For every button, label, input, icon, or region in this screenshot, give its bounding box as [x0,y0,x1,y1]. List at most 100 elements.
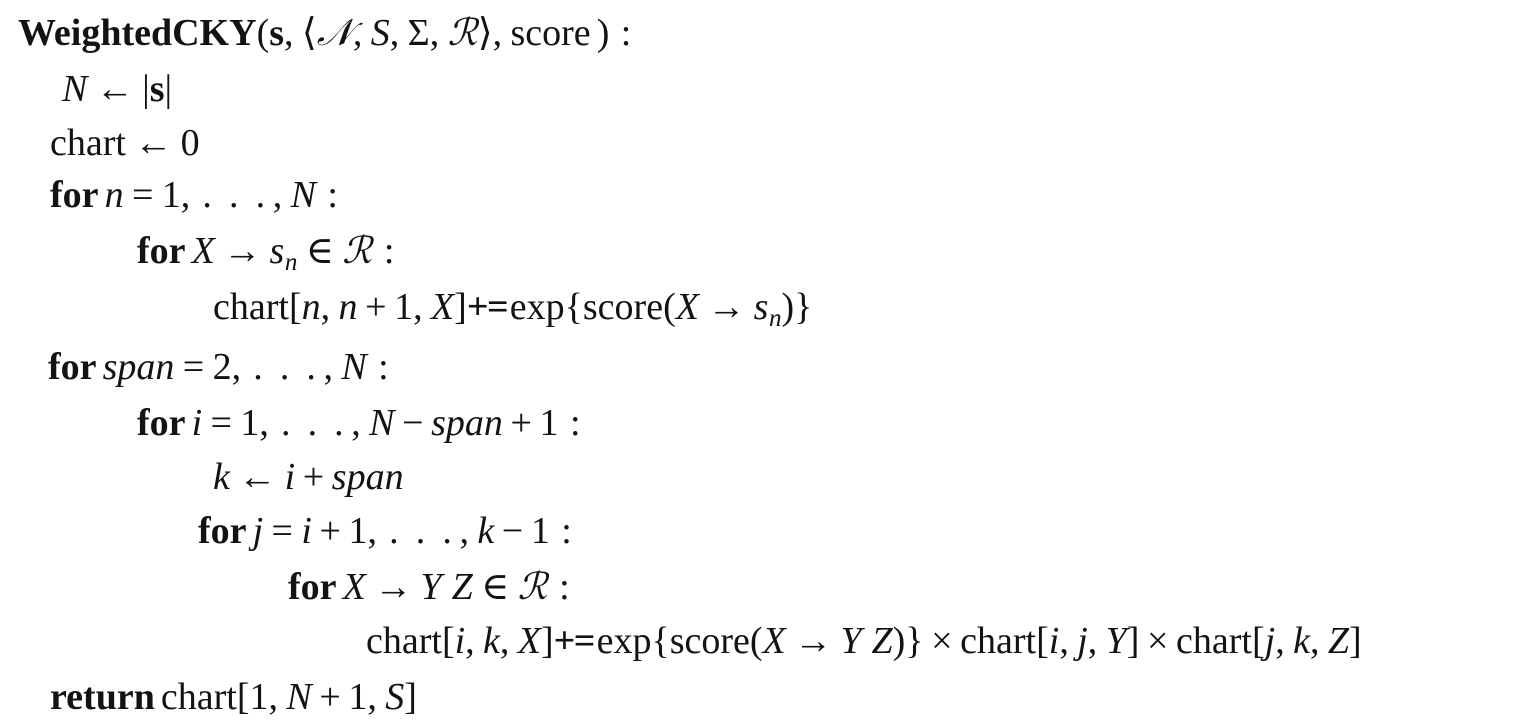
for-keyword: for [48,346,97,388]
variable-span: span [331,456,404,498]
grammar-nonterminals-symbol: 𝒩 [316,10,353,54]
bracket-close: ] [540,620,554,662]
comma: , [499,620,510,662]
chart-index-start: 1 [249,676,269,718]
plus-operator: + [319,676,341,718]
loop-variable-j: j [252,510,264,552]
plus-operator: + [510,402,532,444]
score-function: score [669,620,750,662]
rule-lhs-X: X [191,230,215,272]
rule-rhs-subscript: n [768,305,782,333]
rule-rhs-terminal: s [269,230,285,272]
line-for-unary-rule: for X → sn ∈ ℛ: [137,230,394,277]
bracket-close: ] [404,676,417,718]
rule-rhs-terminal: s [753,286,769,328]
signature-arg-score: score [510,12,591,54]
colon: : [327,174,338,216]
line-assign-k: k ← i + span [213,458,404,496]
loop-start-offset: 1 [348,510,368,552]
equals-operator: = [210,402,232,444]
abs-bar-open: | [142,68,150,110]
plus-operator: + [302,456,325,498]
chart-identifier: chart [366,620,442,662]
rule-rhs-left-Y: Y [840,620,862,662]
comma: , [231,346,242,388]
chart-index-Z: Z [1327,620,1349,662]
comma: , [459,510,469,552]
chart-index-start-symbol: S [385,676,405,718]
loop-variable-span: span [102,346,175,388]
bracket-close: ] [454,286,467,328]
loop-start-value: 1 [161,174,181,216]
rule-arrow-icon: → [374,566,413,608]
minus-operator: − [402,402,424,444]
chart-index-i: i [1048,620,1060,662]
for-keyword: for [50,174,99,216]
equals-operator: = [182,346,205,388]
chart-index-end-base: n [338,286,358,328]
grammar-alphabet-symbol: Σ [407,12,430,54]
rule-rhs-subscript: n [284,249,298,277]
rule-lhs-X: X [342,566,366,608]
rule-lhs-X: X [675,286,699,328]
algorithm-pseudocode-block: WeightedCKY(s, ⟨𝒩, S, Σ, ℛ⟩, score): N ← |s| ch… [0,0,1524,726]
comma: , [1309,620,1320,662]
assign-arrow-icon: ← [238,456,277,498]
for-keyword: for [137,402,186,444]
algorithm-name: WeightedCKY [18,12,257,54]
rule-arrow-icon: → [707,286,746,328]
chart-identifier: chart [213,286,289,328]
loop-start-value: 1 [240,402,260,444]
comma: , [413,286,423,328]
brace-close: } [794,286,813,328]
comma: , [367,676,377,718]
bracket-close: ] [1126,620,1140,662]
chart-index-Y: Y [1105,620,1127,662]
assign-arrow-icon: ← [95,68,134,110]
chart-identifier: chart [160,676,237,718]
rule-rhs-right-Z: Z [451,566,473,608]
chart-identifier: chart [960,620,1037,662]
loop-end-offset: 1 [539,402,559,444]
grammar-rules-symbol: ℛ [517,564,548,608]
paren-close: ) [892,620,906,662]
chart-index-end-base: N [286,676,312,718]
signature-colon: : [620,12,632,54]
loop-start-i: i [301,510,312,552]
colon: : [378,346,389,388]
loop-start-value: 2 [212,346,232,388]
grammar-start-symbol: S [370,12,390,54]
comma: , [320,286,331,328]
comma: , [351,402,361,444]
line-for-i: for i = 1,. . ., N − span +1: [137,404,581,442]
signature-open-paren: ( [256,12,270,54]
loop-end-span: span [431,402,503,444]
line-for-binary-rule: for X → Y Z ∈ ℛ: [288,566,570,608]
ellipsis: . . . [280,402,348,444]
signature-close-paren: ) [596,12,610,54]
equals-operator: = [271,510,293,552]
loop-end-value-N: N [290,174,316,216]
times-operator: × [1147,620,1169,662]
score-function: score [582,286,664,328]
line-for-span: for span = 2,. . ., N: [48,348,389,386]
chart-index-end-offset: 1 [394,286,414,328]
line-init-chart: chart ← 0 [50,124,200,162]
brace-close: } [905,620,924,662]
line-update-chart-binary: chart[i, k, X]+=exp{score(X → Y Z)} × chart[i, j… [366,622,1362,660]
comma: , [259,402,269,444]
line-for-n: for n = 1,. . ., N: [50,176,338,214]
brace-open: { [564,286,583,328]
rule-lhs-X: X [762,620,786,662]
loop-variable-i: i [191,402,203,444]
ellipsis: . . . [253,346,320,388]
paren-close: ) [781,286,795,328]
loop-variable-n: n [104,174,124,216]
rule-rhs-right-Z: Z [871,620,893,662]
equals-operator: = [131,174,154,216]
init-value-zero: 0 [180,122,200,164]
element-of-icon: ∈ [305,230,334,272]
line-assign-N: N ← |s| [62,70,172,108]
line-update-chart-unary: chart[n, n +1, X]+=exp{score(X → sn)} [213,288,812,331]
comma: , [367,510,378,552]
